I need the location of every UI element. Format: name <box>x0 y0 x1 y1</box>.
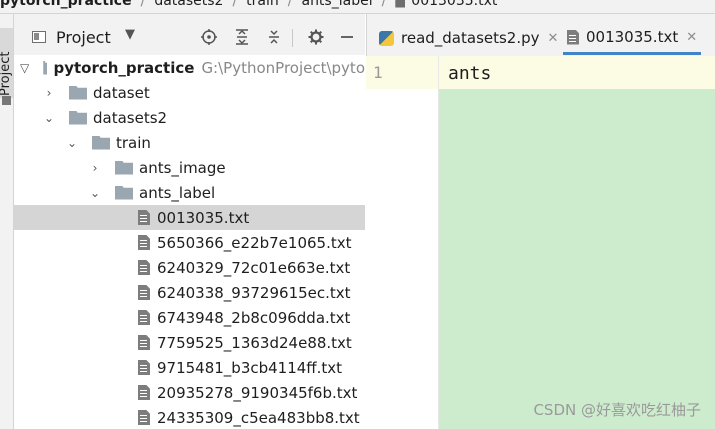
chevron-right-icon[interactable]: › <box>43 86 55 100</box>
python-file-icon <box>379 30 394 46</box>
tree-item-ants-label[interactable]: ⌄ ants_label <box>14 180 365 205</box>
gear-icon[interactable] <box>306 27 326 47</box>
breadcrumb-item[interactable]: train <box>246 0 279 9</box>
chevron-down-icon[interactable]: ⌄ <box>89 186 101 200</box>
tree-item-label: 9715481_b3cb4114ff.txt <box>157 358 343 377</box>
breadcrumb-item[interactable]: 0013035.txt <box>411 0 497 9</box>
tree-item-train[interactable]: ⌄ train <box>14 130 365 155</box>
tree-item-label: 7759525_1363d24e88.txt <box>157 333 352 352</box>
breadcrumb-item[interactable]: pytorch_practice <box>0 0 132 9</box>
watermark: CSDN @好喜欢吃红柚子 <box>533 401 701 419</box>
breadcrumb-separator: / <box>287 0 293 9</box>
tab-label: 0013035.txt <box>586 28 679 46</box>
tree-item-file[interactable]: 6743948_2b8c096dda.txt <box>14 305 365 330</box>
tree-item-label: pytorch_practice <box>53 58 195 77</box>
collapse-all-icon[interactable] <box>264 27 284 47</box>
folder-icon <box>2 96 11 105</box>
text-file-icon <box>138 335 150 350</box>
locate-icon[interactable] <box>199 27 219 47</box>
text-file-icon <box>138 310 150 325</box>
tree-item-label: 6743948_2b8c096dda.txt <box>157 308 351 327</box>
tree-item-label: datasets2 <box>93 108 168 127</box>
folder-icon <box>115 185 133 200</box>
tree-item-ants-image[interactable]: › ants_image <box>14 155 365 180</box>
code-line[interactable]: ants <box>448 63 491 84</box>
panel-title[interactable]: Project <box>56 28 111 47</box>
text-file-icon <box>138 235 150 250</box>
code-editor[interactable]: ants <box>439 56 715 429</box>
chevron-down-icon[interactable]: ▼ <box>125 27 135 42</box>
close-icon[interactable]: ✕ <box>548 31 559 46</box>
breadcrumb-separator: / <box>140 0 146 9</box>
project-tool-tab[interactable]: Project <box>0 28 13 98</box>
expand-all-icon[interactable] <box>232 27 252 47</box>
line-number: 1 <box>373 63 383 82</box>
close-icon[interactable]: ✕ <box>686 30 697 45</box>
folder-icon <box>43 60 48 75</box>
tree-item-label: 0013035.txt <box>157 208 250 227</box>
line-number-gutter: 1 <box>366 56 439 429</box>
project-tree: ▽ pytorch_practice G:\PythonProject\pyto… <box>14 55 365 429</box>
tree-item-label: 5650366_e22b7e1065.txt <box>157 233 352 252</box>
tree-item-file[interactable]: 7759525_1363d24e88.txt <box>14 330 365 355</box>
text-file-icon <box>395 0 406 8</box>
tree-item-file[interactable]: 24335309_c5ea483bb8.txt <box>14 405 365 429</box>
breadcrumb-separator: / <box>232 0 238 9</box>
tab-read-datasets2[interactable]: read_datasets2.py ✕ <box>379 26 558 50</box>
breadcrumb-item[interactable]: datasets2 <box>154 0 223 9</box>
tree-item-dataset[interactable]: › dataset <box>14 80 365 105</box>
toolbar-divider <box>292 29 293 47</box>
tree-item-datasets2[interactable]: ⌄ datasets2 <box>14 105 365 130</box>
text-file-icon <box>138 410 150 425</box>
text-file-icon <box>138 260 150 275</box>
editor-tab-bar: read_datasets2.py ✕ 0013035.txt ✕ <box>366 14 715 62</box>
tree-item-label: 24335309_c5ea483bb8.txt <box>157 408 360 427</box>
project-tool-tab-label: Project <box>0 51 13 96</box>
tree-item-file[interactable]: 9715481_b3cb4114ff.txt <box>14 355 365 380</box>
folder-icon <box>92 135 110 150</box>
tree-item-label: dataset <box>93 83 150 102</box>
tree-item-file[interactable]: 20935278_9190345f6b.txt <box>14 380 365 405</box>
tree-item-label: train <box>116 133 151 152</box>
tree-item-path: G:\PythonProject\pyto <box>201 58 365 77</box>
tree-item-file[interactable]: 6240329_72c01e663e.txt <box>14 255 365 280</box>
minimize-icon[interactable] <box>337 27 357 47</box>
tree-item-file[interactable]: 5650366_e22b7e1065.txt <box>14 230 365 255</box>
chevron-down-icon[interactable]: ▽ <box>20 61 29 75</box>
tree-item-label: 6240338_93729615ec.txt <box>157 283 351 302</box>
tree-item-label: 6240329_72c01e663e.txt <box>157 258 351 277</box>
tree-item-label: ants_image <box>139 158 226 177</box>
folder-icon <box>115 160 133 175</box>
breadcrumb-item[interactable]: ants_label <box>301 0 372 9</box>
breadcrumb: pytorch_practice / datasets2 / train / a… <box>0 0 715 14</box>
folder-icon <box>69 110 87 125</box>
tree-item-root[interactable]: ▽ pytorch_practice G:\PythonProject\pyto <box>14 55 365 80</box>
folder-icon <box>69 85 87 100</box>
view-icon <box>32 31 46 43</box>
text-file-icon <box>138 285 150 300</box>
tool-window-stripe: Project <box>0 14 14 429</box>
text-file-icon <box>567 29 579 45</box>
tree-item-file[interactable]: 6240338_93729615ec.txt <box>14 280 365 305</box>
chevron-right-icon[interactable]: › <box>89 161 101 175</box>
tab-label: read_datasets2.py <box>401 29 540 47</box>
tree-item-label: 20935278_9190345f6b.txt <box>157 383 358 402</box>
tree-item-label: ants_label <box>139 183 216 202</box>
text-file-icon <box>138 360 150 375</box>
tab-0013035[interactable]: 0013035.txt ✕ <box>563 22 702 55</box>
chevron-down-icon[interactable]: ⌄ <box>43 111 55 125</box>
breadcrumb-separator: / <box>381 0 387 9</box>
tree-item-file[interactable]: 0013035.txt <box>14 205 365 230</box>
text-file-icon <box>138 210 150 225</box>
chevron-down-icon[interactable]: ⌄ <box>66 136 78 150</box>
text-file-icon <box>138 385 150 400</box>
